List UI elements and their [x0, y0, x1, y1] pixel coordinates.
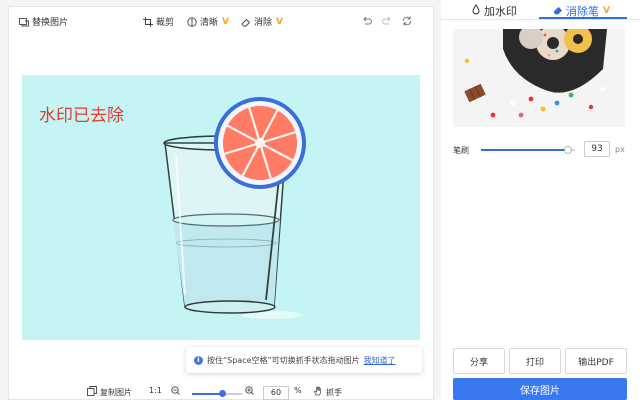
- space-hint-tooltip: i 按住“Space空格”可切换抓手状态拖动图片 我知道了: [186, 347, 422, 373]
- glass-with-grapefruit-image: [163, 97, 306, 319]
- hand-icon: [313, 386, 323, 398]
- copy-image-button[interactable]: 复制图片: [87, 386, 132, 398]
- brush-size-input[interactable]: 93: [584, 141, 610, 157]
- redo-icon[interactable]: [381, 15, 393, 27]
- actual-size-button[interactable]: 1:1: [149, 386, 162, 395]
- brush-slider-fill: [481, 149, 569, 151]
- eraser-icon: [241, 17, 251, 27]
- save-image-button[interactable]: 保存图片: [453, 378, 627, 400]
- tab-add-watermark[interactable]: 加水印: [471, 2, 517, 20]
- replace-image-icon: [19, 17, 29, 27]
- vip-badge: V: [276, 16, 283, 27]
- replace-image-button[interactable]: 替换图片: [19, 15, 68, 28]
- crop-button[interactable]: 裁剪: [143, 15, 174, 28]
- tool-tabs: 加水印 消除笔 V: [441, 0, 640, 20]
- active-tab-indicator: [539, 17, 627, 19]
- zoom-out-icon[interactable]: [171, 386, 180, 395]
- print-button[interactable]: 打印: [509, 348, 561, 374]
- droplet-icon: [471, 4, 481, 18]
- editor-bottom-bar: 复制图片 1:1 60 % 抓手: [9, 385, 433, 400]
- right-panel: 加水印 消除笔 V 笔刷 93 px 分享 打印 输出PDF 保存图片: [441, 0, 640, 400]
- reset-icon[interactable]: [401, 15, 413, 27]
- eraser-icon: [553, 5, 563, 18]
- hand-tool-label: 抓手: [326, 387, 342, 397]
- crop-icon: [143, 16, 153, 27]
- image-canvas[interactable]: 水印已去除: [22, 75, 420, 340]
- clear-label: 清晰: [200, 18, 219, 28]
- zoom-slider[interactable]: [192, 390, 242, 397]
- editor-toolbar: 替换图片 裁剪 清晰 V 消除 V: [9, 7, 433, 35]
- zoom-input[interactable]: 60: [263, 386, 289, 400]
- share-button[interactable]: 分享: [453, 348, 505, 374]
- brush-size-slider[interactable]: [481, 146, 575, 154]
- copy-image-label: 复制图片: [100, 387, 132, 397]
- space-hint-text: 按住“Space空格”可切换抓手状态拖动图片: [207, 355, 360, 365]
- undo-icon[interactable]: [361, 15, 373, 27]
- app-window: 替换图片 裁剪 清晰 V 消除 V 水印已去除 i 按住“Space空格”可切换…: [0, 0, 640, 400]
- clarity-icon: [187, 16, 197, 27]
- hand-tool-button[interactable]: 抓手: [313, 386, 342, 398]
- editor-panel: 替换图片 裁剪 清晰 V 消除 V 水印已去除 i 按住“Space空格”可切换…: [8, 6, 434, 400]
- actual-size-label: 1:1: [149, 386, 162, 395]
- brush-label: 笔刷: [453, 146, 469, 155]
- donut-plate-image: [453, 29, 625, 127]
- zoom-unit: %: [294, 386, 302, 395]
- vip-badge: V: [222, 16, 229, 27]
- zoom-slider-handle[interactable]: [218, 390, 226, 397]
- clear-button[interactable]: 清晰 V: [187, 15, 229, 28]
- zoom-slider-fill: [192, 393, 222, 395]
- copy-icon: [87, 386, 97, 398]
- replace-image-label: 替换图片: [32, 18, 69, 28]
- info-icon: i: [194, 355, 203, 365]
- brush-unit: px: [615, 145, 625, 154]
- erase-label: 消除: [254, 18, 273, 28]
- brush-slider-handle[interactable]: [564, 146, 573, 154]
- erase-button[interactable]: 消除 V: [241, 15, 283, 28]
- export-pdf-button[interactable]: 输出PDF: [565, 348, 627, 374]
- preview-thumbnail: [453, 29, 625, 127]
- crop-label: 裁剪: [156, 18, 175, 28]
- zoom-in-icon[interactable]: [245, 386, 254, 395]
- vip-badge: V: [603, 6, 610, 16]
- tab-add-watermark-label: 加水印: [484, 5, 517, 18]
- got-it-link[interactable]: 我知道了: [364, 355, 396, 366]
